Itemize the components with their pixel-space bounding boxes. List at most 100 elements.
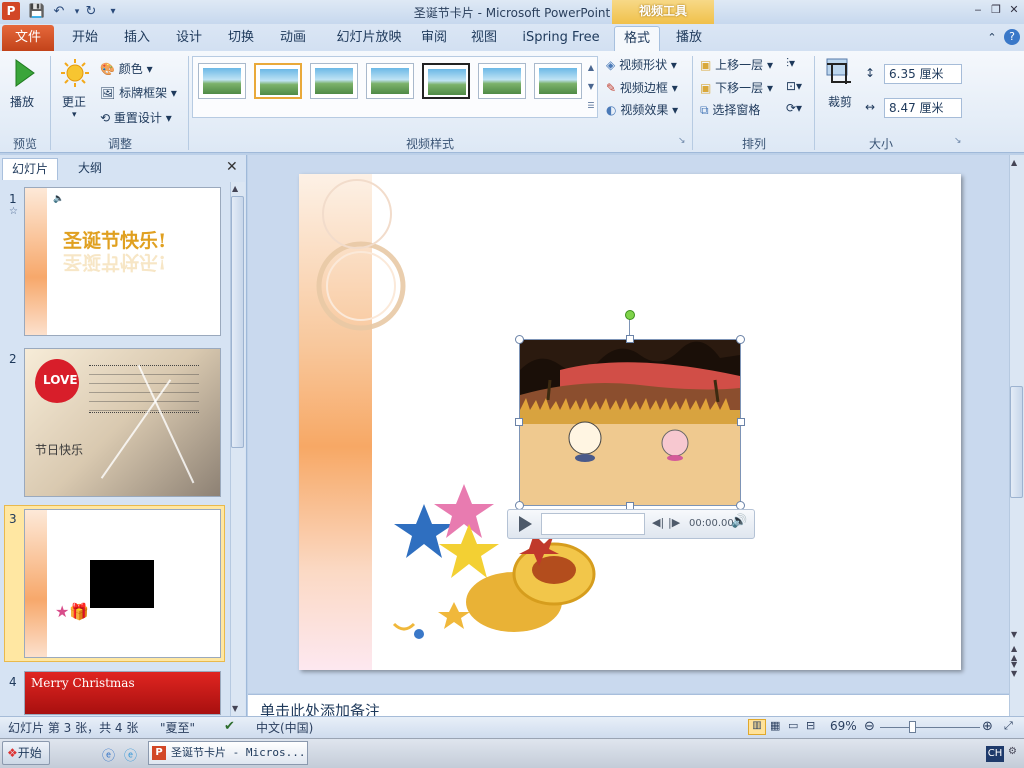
slide-thumbnail-1[interactable]: 🔈 圣诞节快乐! 圣诞节快乐! — [24, 187, 221, 336]
resize-handle-ne[interactable] — [736, 335, 745, 344]
language-label[interactable]: 中文(中国) — [256, 719, 313, 736]
video-play-button[interactable] — [515, 514, 535, 534]
video-style-2[interactable] — [254, 63, 302, 99]
tab-insert[interactable]: 插入 — [114, 26, 160, 51]
video-style-6[interactable] — [478, 63, 526, 99]
group-icon[interactable]: ⊡▾ — [786, 79, 802, 93]
restore-icon[interactable]: ❐ — [988, 3, 1004, 17]
tab-ispring[interactable]: iSpring Free — [516, 26, 606, 51]
tab-file[interactable]: 文件 — [2, 25, 54, 51]
slide-sorter-icon[interactable]: ▦ — [770, 719, 780, 732]
bring-forward-button[interactable]: ▣ 上移一层 ▾ — [700, 56, 773, 73]
stars-gift-icon: ★🎁 — [55, 602, 90, 621]
resize-handle-e[interactable] — [737, 418, 745, 426]
volume-icon[interactable]: 🔊 — [731, 514, 747, 529]
theme-name: "夏至" — [160, 721, 196, 735]
slide-thumbnail-2[interactable]: LOVE 节日快乐 — [24, 348, 221, 497]
poster-frame-button[interactable]: 🖼 标牌框架 ▾ — [100, 84, 177, 101]
slideshow-view-icon[interactable]: ⊟ — [806, 719, 815, 732]
resize-handle-nw[interactable] — [515, 335, 524, 344]
video-progress-track[interactable] — [541, 513, 645, 535]
slide-thumbnail-3[interactable]: ★🎁 — [24, 509, 221, 658]
video-style-4[interactable] — [366, 63, 414, 99]
fit-to-window-icon[interactable]: ⤢ — [1004, 719, 1013, 733]
zoom-out-icon[interactable]: ⊖ — [864, 719, 875, 734]
play-button[interactable] — [10, 58, 38, 88]
video-style-3[interactable] — [310, 63, 358, 99]
width-field[interactable]: 8.47 厘米 — [884, 98, 962, 118]
normal-view-icon[interactable]: ▥ — [748, 719, 766, 735]
scroll-down-icon[interactable]: ▼ — [1011, 630, 1017, 639]
notes-pane[interactable]: 单击此处添加备注 — [248, 694, 1009, 720]
corrections-button[interactable] — [60, 58, 90, 88]
dialog-launcher-icon[interactable]: ↘ — [678, 136, 686, 146]
rotation-handle[interactable] — [625, 310, 635, 320]
tab-slideshow[interactable]: 幻灯片放映 — [326, 26, 412, 51]
reset-design-button[interactable]: ⟲ 重置设计 ▾ — [100, 109, 172, 126]
tab-design[interactable]: 设计 — [166, 26, 212, 51]
start-button[interactable]: ❖开始 — [2, 741, 50, 765]
spelling-check-icon[interactable]: ✔ — [224, 719, 235, 734]
send-backward-button[interactable]: ▣ 下移一层 ▾ — [700, 79, 773, 96]
height-field[interactable]: 6.35 厘米 — [884, 64, 962, 84]
close-icon[interactable]: ✕ — [1006, 3, 1022, 17]
next-slide-icon[interactable]: ▼ ▼ — [1011, 660, 1017, 678]
slide-scroll-thumb[interactable] — [1010, 386, 1023, 498]
align-icon[interactable]: ⫶▾ — [786, 56, 795, 71]
zoom-slider-thumb[interactable] — [909, 721, 916, 733]
size-dialog-launcher-icon[interactable]: ↘ — [954, 136, 962, 146]
taskbar-powerpoint-button[interactable]: 圣诞节卡片 - Micros... — [148, 741, 308, 765]
scroll-up-icon[interactable]: ▲ — [232, 184, 238, 193]
zoom-slider-track[interactable] — [880, 727, 980, 728]
tab-format[interactable]: 格式 — [614, 26, 660, 51]
slide-thumbnail-4[interactable]: Merry Christmas — [24, 671, 221, 715]
tab-view[interactable]: 视图 — [464, 26, 504, 51]
minimize-icon[interactable]: ‒ — [970, 3, 986, 17]
tab-home[interactable]: 开始 — [62, 26, 108, 51]
help-icon[interactable]: ? — [1004, 29, 1020, 45]
step-back-icon[interactable]: ◀| — [652, 516, 664, 529]
slide-1-title-reflection: 圣诞节快乐! — [63, 251, 167, 273]
crop-button[interactable] — [824, 56, 854, 86]
browser-quicklaunch-icon[interactable]: ⓔ — [102, 745, 115, 764]
video-effects-button[interactable]: ◐ 视频效果 ▾ — [606, 101, 678, 118]
input-language[interactable]: CH — [986, 746, 1004, 762]
rotate-icon[interactable]: ⟳▾ — [786, 101, 802, 115]
zoom-in-icon[interactable]: ⊕ — [982, 719, 993, 734]
video-selection-frame[interactable] — [519, 339, 741, 506]
corrections-dropdown-icon[interactable]: ▾ — [72, 110, 77, 120]
video-shape-label: 视频形状 — [619, 58, 668, 72]
reading-view-icon[interactable]: ▭ — [788, 719, 798, 732]
gallery-scroll-icons[interactable]: ▲ ▼ ☰ — [586, 58, 596, 116]
video-style-7[interactable] — [534, 63, 582, 99]
close-panel-icon[interactable]: ✕ — [226, 159, 238, 175]
resize-handle-w[interactable] — [515, 418, 523, 426]
ie-quicklaunch-icon[interactable]: ⓔ — [124, 745, 137, 764]
tab-animations[interactable]: 动画 — [270, 26, 316, 51]
adjust-group-label: 调整 — [107, 137, 132, 151]
color-button[interactable]: 🎨 颜色 ▾ — [100, 60, 153, 77]
video-border-button[interactable]: ✎ 视频边框 ▾ — [606, 79, 678, 96]
scroll-down-icon[interactable]: ▼ — [232, 704, 238, 713]
video-shape-button[interactable]: ◈ 视频形状 ▾ — [606, 56, 677, 73]
tab-outline[interactable]: 大纲 — [62, 158, 118, 180]
selection-pane-button[interactable]: ⧉ 选择窗格 — [700, 101, 760, 118]
collapse-ribbon-icon[interactable]: ⌃ — [984, 26, 1000, 51]
slides-scroll-thumb[interactable] — [231, 196, 244, 448]
scroll-up-icon[interactable]: ▲ — [1011, 158, 1017, 167]
tab-review[interactable]: 审阅 — [414, 26, 454, 51]
height-value: 6.35 厘米 — [889, 67, 944, 81]
resize-handle-n[interactable] — [626, 335, 634, 343]
powerpoint-window: P 💾 ↶ ▾ ↻ ▾ 圣诞节卡片 - Microsoft PowerPoint… — [0, 0, 1024, 768]
video-style-5[interactable] — [422, 63, 470, 99]
video-effects-label: 视频效果 — [620, 103, 669, 117]
step-forward-icon[interactable]: |▶ — [668, 516, 680, 529]
video-style-1[interactable] — [198, 63, 246, 99]
tab-transitions[interactable]: 切换 — [218, 26, 264, 51]
tab-playback[interactable]: 播放 — [666, 26, 712, 51]
tray-icon[interactable]: ⚙ — [1008, 746, 1017, 757]
height-icon: ↕ — [865, 66, 876, 80]
zoom-level[interactable]: 69% — [830, 719, 857, 733]
tab-slides[interactable]: 幻灯片 — [2, 158, 58, 180]
slide-2-love: LOVE — [43, 373, 78, 387]
